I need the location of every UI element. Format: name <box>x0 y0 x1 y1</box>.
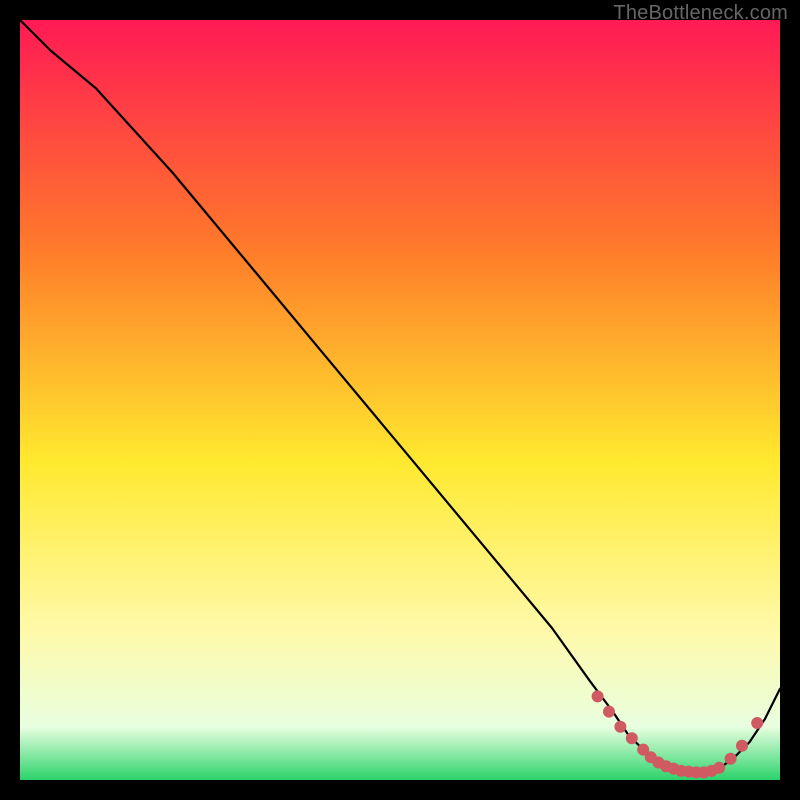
highlight-dot <box>603 706 615 718</box>
highlight-dot <box>626 732 638 744</box>
chart-frame: TheBottleneck.com <box>0 0 800 800</box>
highlight-dot <box>736 740 748 752</box>
bottleneck-chart <box>20 20 780 780</box>
highlight-dot <box>713 762 725 774</box>
highlight-dot <box>614 721 626 733</box>
highlight-dot <box>751 717 763 729</box>
highlight-dot <box>725 753 737 765</box>
gradient-background <box>20 20 780 780</box>
highlight-dot <box>592 690 604 702</box>
